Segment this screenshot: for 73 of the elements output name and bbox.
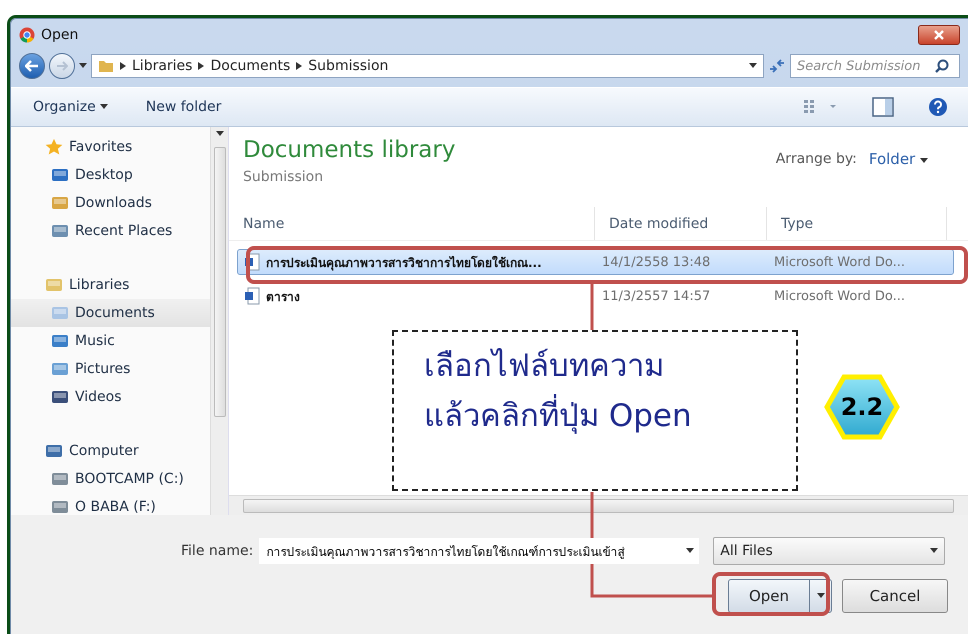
organize-menu[interactable]: Organize xyxy=(31,95,110,119)
back-button[interactable] xyxy=(19,53,45,79)
help-icon[interactable] xyxy=(928,97,948,117)
view-options-icon[interactable] xyxy=(804,99,838,115)
search-field[interactable]: Search Submission xyxy=(790,54,960,78)
type-cell-text: Microsoft Word Do... xyxy=(773,288,906,304)
sidebar-item[interactable]: Desktop xyxy=(11,161,210,189)
address-bar[interactable]: Libraries Documents Submission xyxy=(91,54,764,78)
file-name-label: File name: xyxy=(181,543,254,559)
new-folder-button[interactable]: New folder xyxy=(144,95,224,119)
library-title: Documents library xyxy=(243,137,456,163)
caret-icon xyxy=(100,104,108,110)
sidebar-item[interactable]: Favorites xyxy=(11,133,210,161)
vertical-scrollbar[interactable] xyxy=(210,127,228,515)
browser-logo-icon xyxy=(19,27,35,43)
sidebar-item[interactable]: Documents xyxy=(11,299,210,327)
breadcrumb-link[interactable]: Libraries xyxy=(132,58,192,74)
back-arrow-icon xyxy=(25,60,39,72)
refresh-icon[interactable] xyxy=(768,59,786,73)
sidebar-item[interactable]: Pictures xyxy=(11,355,210,383)
desktop-icon xyxy=(51,167,69,183)
caret-icon xyxy=(79,63,87,69)
caret-icon xyxy=(686,548,694,554)
arrange-dropdown[interactable]: Folder xyxy=(868,150,928,168)
sidebar-item[interactable]: Music xyxy=(11,327,210,355)
star-icon xyxy=(45,138,63,156)
caret-icon xyxy=(816,593,824,599)
cancel-button[interactable]: Cancel xyxy=(842,579,948,613)
file-row[interactable]: การประเมินคุณภาพวารสารวิชาการไทยโดยใช้เกณ... 14/1/2558 13:48 Microsoft Word Do... xyxy=(237,249,954,275)
callout-text: แล้วคลิกที่ปุ่ม Open xyxy=(424,392,692,442)
file-name: ตาราง xyxy=(266,288,300,306)
file-name-input[interactable]: การประเมินคุณภาพวารสารวิชาการไทยโดยใช้เกณฑ์การประเมินเข้าสู่ xyxy=(264,543,686,559)
type-cell-text: Microsoft Word Do... xyxy=(773,254,906,270)
file-name: การประเมินคุณภาพวารสารวิชาการไทยโดยใช้เกณ... xyxy=(266,254,542,272)
date-cell-text: 14/1/2558 13:48 xyxy=(601,254,712,270)
file-name-field[interactable]: การประเมินคุณภาพวารสารวิชาการไทยโดยใช้เกณฑ์การประเมินเข้าสู่ xyxy=(259,538,700,564)
sidebar-item[interactable]: Computer xyxy=(11,437,210,465)
chevron-icon xyxy=(120,62,126,70)
caret-icon xyxy=(749,63,757,69)
step-badge: 2.2 xyxy=(824,374,900,440)
caret-icon xyxy=(920,158,928,164)
column-header[interactable]: Name xyxy=(229,207,595,240)
breadcrumb-link[interactable]: Submission xyxy=(308,58,388,74)
sidebar-item[interactable]: Libraries xyxy=(11,271,210,299)
leader-line xyxy=(590,284,594,330)
column-header[interactable]: Type xyxy=(767,207,947,240)
file-type-dropdown[interactable]: All Files xyxy=(713,537,946,565)
callout-text: เลือกไฟล์บทความ xyxy=(424,347,664,386)
caret-icon xyxy=(216,131,224,137)
preview-pane-icon[interactable] xyxy=(872,97,894,117)
horizontal-scrollbar[interactable] xyxy=(229,495,968,515)
file-row[interactable]: ตาราง 11/3/2557 14:57 Microsoft Word Do... xyxy=(237,283,954,309)
sidebar-item[interactable]: Downloads xyxy=(11,189,210,217)
open-button[interactable]: Open xyxy=(728,579,832,613)
forward-button[interactable] xyxy=(49,53,75,79)
close-icon xyxy=(934,30,944,40)
breadcrumb-link[interactable]: Documents xyxy=(210,58,290,74)
word-document-icon xyxy=(244,287,260,305)
chevron-icon xyxy=(198,62,204,70)
window-title: Open xyxy=(41,27,80,43)
caret-icon xyxy=(930,548,938,554)
sidebar-item[interactable]: Recent Places xyxy=(11,217,210,245)
close-button[interactable] xyxy=(918,25,960,45)
date-cell-text: 11/3/2557 14:57 xyxy=(601,288,712,304)
sidebar-item[interactable]: Videos xyxy=(11,383,210,411)
column-header[interactable]: Date modified xyxy=(595,207,767,240)
search-icon xyxy=(935,59,949,73)
library-subtitle: Submission xyxy=(243,169,324,185)
sidebar-item[interactable]: O BABA (F:) xyxy=(11,493,210,521)
forward-arrow-icon xyxy=(56,61,68,71)
arrange-label: Arrange by: xyxy=(776,151,857,167)
sidebar-item[interactable]: BOOTCAMP (C:) xyxy=(11,465,210,493)
chevron-icon xyxy=(296,62,302,70)
